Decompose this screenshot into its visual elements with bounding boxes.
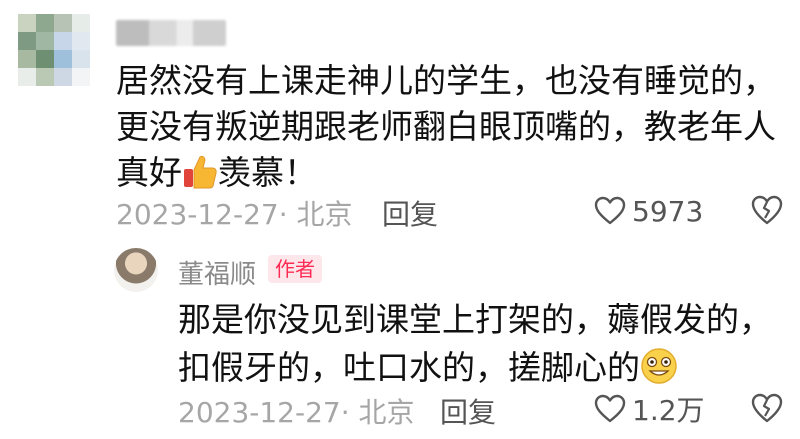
comment-line-segment: 真好 <box>116 153 182 192</box>
reply-location: · 北京 <box>340 396 415 429</box>
heart-icon <box>594 196 626 225</box>
heart-icon <box>594 394 626 423</box>
broken-heart-icon[interactable] <box>750 194 784 226</box>
comment-location: · 北京 <box>278 198 353 231</box>
comment-line: 居然没有上课走神儿的学生，也没有睡觉的， <box>116 61 776 100</box>
reply-date: 2023-12-27 <box>178 396 341 429</box>
author-avatar[interactable] <box>114 248 158 292</box>
reply-meta: 2023-12-27· 北京 <box>178 391 415 431</box>
grinning-emoji-icon <box>641 348 677 384</box>
thumbs-up-icon <box>184 155 217 189</box>
reply-line-segment: 扣假牙的，吐口水的，搓脚心的 <box>178 348 640 387</box>
like-count: 5973 <box>632 194 704 228</box>
like-button[interactable]: 5973 <box>594 194 703 228</box>
author-name[interactable]: 董福顺 <box>178 254 256 291</box>
comment-date: 2023-12-27 <box>116 198 279 231</box>
reply-text: 那是你没见到课堂上打架的，薅假发的， 扣假牙的，吐口水的，搓脚心的 <box>178 296 778 392</box>
reply-line: 那是你没见到课堂上打架的，薅假发的， <box>178 300 772 339</box>
comment-text: 居然没有上课走神儿的学生，也没有睡觉的， 更没有叛逆期跟老师翻白眼顶嘴的，教老年… <box>116 58 786 196</box>
reply-line: 扣假牙的，吐口水的，搓脚心的 <box>178 344 778 392</box>
comment-meta: 2023-12-27· 北京 <box>116 193 353 233</box>
reply-button[interactable]: 回复 <box>440 391 496 431</box>
author-badge: 作者 <box>268 255 322 283</box>
reply-button[interactable]: 回复 <box>382 193 438 233</box>
like-button[interactable]: 1.2万 <box>594 392 705 427</box>
comment-line: 更没有叛逆期跟老师翻白眼顶嘴的，教老年人 <box>116 107 776 146</box>
like-count: 1.2万 <box>632 394 705 427</box>
commenter-avatar[interactable] <box>18 14 90 86</box>
comment-line-segment: 羡慕！ <box>218 153 317 192</box>
broken-heart-icon[interactable] <box>750 392 784 424</box>
comment-line: 真好 羡慕！ <box>116 150 786 196</box>
commenter-name-blurred <box>116 20 226 46</box>
